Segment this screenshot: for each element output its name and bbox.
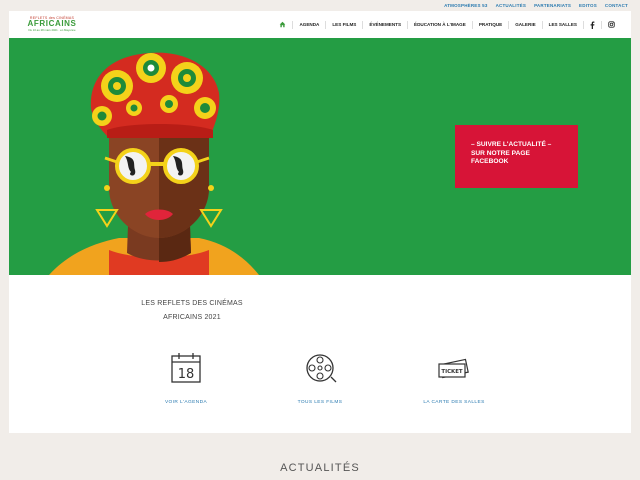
home-icon: [280, 21, 286, 28]
logo-line-2: AFRICAINS: [27, 19, 77, 28]
main-nav: AGENDA LES FILMS ÉVÉNEMENTS ÉDUCATION À …: [273, 11, 621, 38]
quick-link-label: TOUS LES FILMS: [297, 400, 343, 405]
site-header: REFLETS des CINÉMAS AFRICAINS Du 10 au 2…: [9, 11, 631, 38]
nav-item-education[interactable]: ÉDUCATION À L'IMAGE: [407, 20, 472, 29]
intro-line-2: AFRICAINS 2021: [163, 314, 221, 321]
nav-instagram[interactable]: [601, 20, 621, 29]
quick-link-label: LA CARTE DES SALLES: [423, 400, 485, 405]
intro-heading: LES REFLETS DES CINÉMAS AFRICAINS 2021: [137, 297, 247, 325]
hero-banner: – SUIVRE L'ACTUALITÉ – SUR NOTRE PAGE FA…: [9, 38, 631, 275]
nav-item-salles[interactable]: LES SALLES: [541, 20, 583, 29]
topbar-link-contact[interactable]: CONTACT: [605, 3, 628, 8]
cta-line-1: – SUIVRE L'ACTUALITÉ –: [471, 141, 552, 148]
quick-link-label: VOIR L'AGENDA: [164, 400, 208, 405]
quick-link-films[interactable]: TOUS LES FILMS: [260, 351, 380, 405]
ticket-icon: TICKET: [438, 358, 469, 379]
instagram-icon: [608, 21, 615, 28]
cta-line-2: SUR NOTRE PAGE: [471, 149, 530, 157]
news-section-title: ACTUALITÉS: [0, 458, 640, 476]
page-frame: REFLETS des CINÉMAS AFRICAINS Du 10 au 2…: [9, 11, 631, 433]
facebook-cta[interactable]: – SUIVRE L'ACTUALITÉ – SUR NOTRE PAGE FA…: [455, 125, 578, 188]
nav-item-films[interactable]: LES FILMS: [325, 20, 362, 29]
intro-line-1: LES REFLETS DES CINÉMAS: [141, 300, 243, 307]
topbar-link-partenariats[interactable]: PARTENARIATS: [534, 3, 571, 8]
nav-facebook[interactable]: [583, 20, 601, 29]
nav-item-evenements[interactable]: ÉVÉNEMENTS: [362, 20, 407, 29]
topbar-link-atmospheres[interactable]: ATMOSPHÈRES 53: [444, 3, 487, 8]
calendar-icon: 18: [171, 353, 201, 383]
facebook-icon: [590, 21, 595, 29]
topbar-link-editos[interactable]: EDITOS: [579, 3, 597, 8]
news-title: ACTUALITÉS: [280, 462, 360, 474]
cta-line-3: FACEBOOK: [471, 158, 509, 165]
calendar-day: 18: [178, 367, 195, 382]
film-reel-icon: [306, 354, 337, 383]
quick-links: 18 VOIR L'AGENDA TOUS LES FILMS TICKET L…: [9, 351, 631, 411]
topbar-link-actualites[interactable]: ACTUALITÉS: [496, 3, 527, 8]
nav-home[interactable]: [273, 21, 292, 29]
quick-link-agenda[interactable]: 18 VOIR L'AGENDA: [126, 351, 246, 405]
top-utility-bar: ATMOSPHÈRES 53 ACTUALITÉS PARTENARIATS E…: [0, 0, 640, 11]
quick-link-salles[interactable]: TICKET LA CARTE DES SALLES: [394, 351, 514, 405]
nav-item-agenda[interactable]: AGENDA: [292, 20, 325, 29]
nav-item-pratique[interactable]: PRATIQUE: [471, 20, 508, 29]
site-logo[interactable]: REFLETS des CINÉMAS AFRICAINS Du 10 au 2…: [26, 16, 78, 34]
nav-item-galerie[interactable]: GALERIE: [508, 20, 541, 29]
logo-line-3: Du 10 au 28 mars 2021 · en Mayenne: [28, 28, 76, 32]
ticket-text: TICKET: [441, 369, 462, 375]
